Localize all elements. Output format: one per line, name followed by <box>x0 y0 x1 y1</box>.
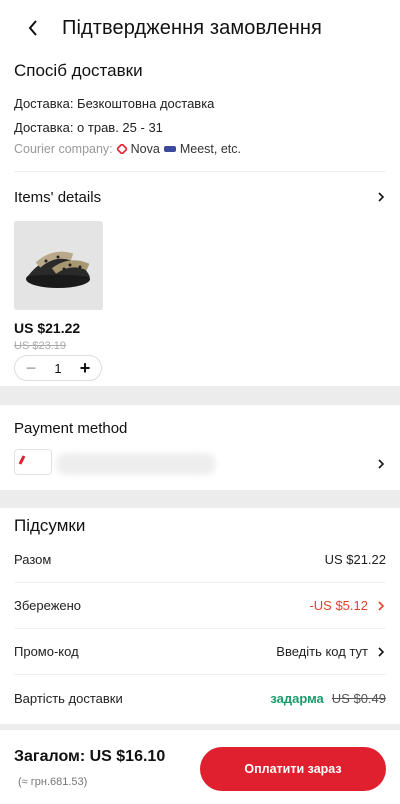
back-button[interactable] <box>22 17 44 39</box>
decrease-button[interactable]: − <box>24 359 38 377</box>
delivery-section: Спосіб доставки Доставка: Безкоштовна до… <box>0 56 400 172</box>
checkout-footer: Загалом: US $16.10 (≈ грн.681.53) Оплати… <box>0 730 400 804</box>
increase-button[interactable]: + <box>78 359 92 377</box>
payment-method-selector[interactable] <box>14 449 386 479</box>
delivery-method: Доставка: Безкоштовна доставка <box>14 96 215 111</box>
meest-logo-icon <box>163 146 176 152</box>
total-uah: (≈ грн.681.53) <box>18 776 88 788</box>
payment-method-info <box>14 449 234 479</box>
subtotal-label: Разом <box>14 552 52 567</box>
promo-value: Введіть код тут <box>276 644 368 659</box>
summary-title: Підсумки <box>14 516 86 535</box>
product-price: US $21.22 <box>14 320 81 336</box>
courier-info: Courier company: Nova Meest, etc. <box>14 142 241 156</box>
pay-now-button[interactable]: Оплатити зараз <box>200 747 386 791</box>
summary-row-shipping: Вартість доставки задарма US $0.49 <box>14 675 386 721</box>
top-bar: Підтвердження замовлення <box>0 0 400 56</box>
saved-value: -US $5.12 <box>309 598 368 613</box>
shipping-free: задарма <box>270 690 324 706</box>
courier-label: Courier company: <box>14 142 113 156</box>
product-old-price: US $23.19 <box>14 340 66 352</box>
delivery-section-title: Спосіб доставки <box>14 61 143 80</box>
shipping-label: Вартість доставки <box>14 690 123 706</box>
promo-label: Промо-код <box>14 644 79 659</box>
nova-logo-icon <box>116 144 127 154</box>
summary-section: Підсумки Разом US $21.22 Збережено -US $… <box>0 508 400 724</box>
total-amount: Загалом: US $16.10 <box>14 748 166 765</box>
items-details-link[interactable]: Items' details <box>14 184 386 210</box>
card-icon <box>14 449 52 475</box>
sandal-image-icon <box>14 221 103 310</box>
payment-section: Payment method <box>0 405 400 490</box>
items-section: Items' details US $21.22 US $23.19 − 1 + <box>0 172 400 386</box>
subtotal-value: US $21.22 <box>324 552 386 567</box>
chevron-right-icon <box>378 192 385 202</box>
summary-row-subtotal: Разом US $21.22 <box>14 537 386 583</box>
chevron-left-icon <box>28 20 37 36</box>
payment-method-redacted <box>56 453 216 475</box>
quantity-value: 1 <box>54 360 62 376</box>
carrier-meest: Meest, etc. <box>179 142 241 156</box>
carrier-nova: Nova <box>130 142 160 156</box>
shipping-old-price: US $0.49 <box>331 690 386 706</box>
summary-row-promo[interactable]: Промо-код Введіть код тут <box>14 629 386 675</box>
product-image[interactable] <box>14 221 103 310</box>
quantity-stepper: − 1 + <box>14 355 102 381</box>
items-title: Items' details <box>14 188 102 206</box>
summary-row-saved[interactable]: Збережено -US $5.12 <box>14 583 386 629</box>
delivery-date: Доставка: о трав. 25 - 31 <box>14 120 163 135</box>
payment-title: Payment method <box>14 420 128 437</box>
saved-label: Збережено <box>14 598 82 613</box>
page-title: Підтвердження замовлення <box>62 16 322 39</box>
chevron-right-icon <box>378 646 385 657</box>
chevron-right-icon <box>378 459 385 469</box>
chevron-right-icon <box>378 600 385 611</box>
